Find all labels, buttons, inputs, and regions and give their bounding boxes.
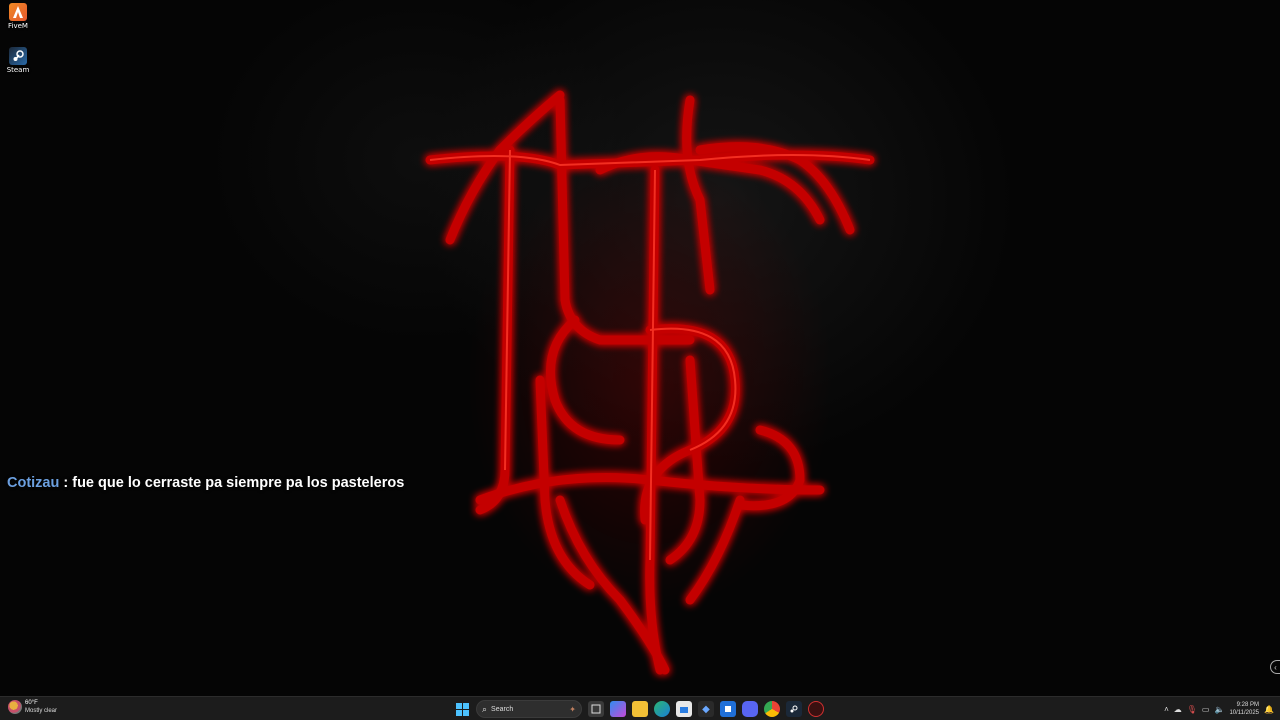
desktop-wallpaper bbox=[0, 0, 1280, 696]
weather-widget[interactable]: 60°F Mostly clear bbox=[8, 699, 57, 715]
discord-icon[interactable] bbox=[742, 701, 758, 717]
chat-username: Cotizau bbox=[7, 475, 60, 491]
steam-icon[interactable] bbox=[786, 701, 802, 717]
copilot-icon[interactable] bbox=[610, 701, 626, 717]
weather-temp: 60°F bbox=[25, 700, 38, 706]
red-gothic-logo bbox=[425, 90, 875, 675]
notification-bell-icon[interactable]: 🔔 bbox=[1264, 705, 1274, 714]
display-icon[interactable]: ▭ bbox=[1202, 705, 1210, 714]
chat-message-text: fue que lo cerraste pa siempre pa los pa… bbox=[72, 475, 405, 491]
task-view-icon[interactable] bbox=[588, 701, 604, 717]
chat-separator: : bbox=[59, 475, 73, 491]
outlook-icon[interactable] bbox=[720, 701, 736, 717]
chat-message-line: Cotizau : fue que lo cerraste pa siempre… bbox=[7, 475, 404, 491]
speaker-icon[interactable]: 🔈 bbox=[1214, 705, 1224, 714]
microphone-icon[interactable]: 🎙 bbox=[1187, 705, 1197, 714]
clock-date: 10/11/2025 bbox=[1229, 710, 1260, 716]
desktop-icon-label: FiveM bbox=[8, 22, 28, 30]
weather-condition: Mostly clear bbox=[25, 708, 58, 714]
taskbar: 60°F Mostly clear ⌕ Search ✦ ◆ ˄ ☁ 🎙 ▭ 🔈… bbox=[0, 696, 1280, 720]
search-placeholder: Search bbox=[491, 705, 514, 713]
search-highlight-icon: ✦ bbox=[569, 704, 576, 714]
chrome-icon[interactable] bbox=[764, 701, 780, 717]
fivem-icon bbox=[9, 3, 27, 21]
windows-start-icon[interactable] bbox=[454, 701, 470, 717]
clock-time: 9:28 PM bbox=[1236, 702, 1260, 708]
chevron-left-icon[interactable]: ‹ bbox=[1270, 660, 1280, 674]
clock[interactable]: 9:28 PM 10/11/2025 bbox=[1229, 701, 1259, 717]
file-explorer-icon[interactable] bbox=[632, 701, 648, 717]
fivem-tray-icon[interactable] bbox=[808, 701, 824, 717]
edge-icon[interactable] bbox=[654, 701, 670, 717]
taskbar-apps: ⌕ Search ✦ ◆ bbox=[454, 700, 824, 718]
desktop-icon-fivem[interactable]: FiveM bbox=[0, 3, 36, 30]
store-icon[interactable] bbox=[676, 701, 692, 717]
desktop-icon-label: Steam bbox=[6, 66, 30, 74]
vpn-icon[interactable]: ◆ bbox=[698, 701, 714, 717]
weather-icon bbox=[8, 700, 22, 714]
steam-icon bbox=[9, 47, 27, 65]
chevron-up-icon[interactable]: ˄ bbox=[1164, 705, 1169, 714]
cloud-icon[interactable]: ☁ bbox=[1174, 705, 1182, 714]
desktop-icon-steam[interactable]: Steam bbox=[0, 47, 36, 74]
system-tray: ˄ ☁ 🎙 ▭ 🔈 9:28 PM 10/11/2025 🔔 bbox=[1164, 699, 1274, 719]
search-icon: ⌕ bbox=[482, 703, 488, 714]
search-input[interactable]: ⌕ Search ✦ bbox=[476, 700, 582, 718]
